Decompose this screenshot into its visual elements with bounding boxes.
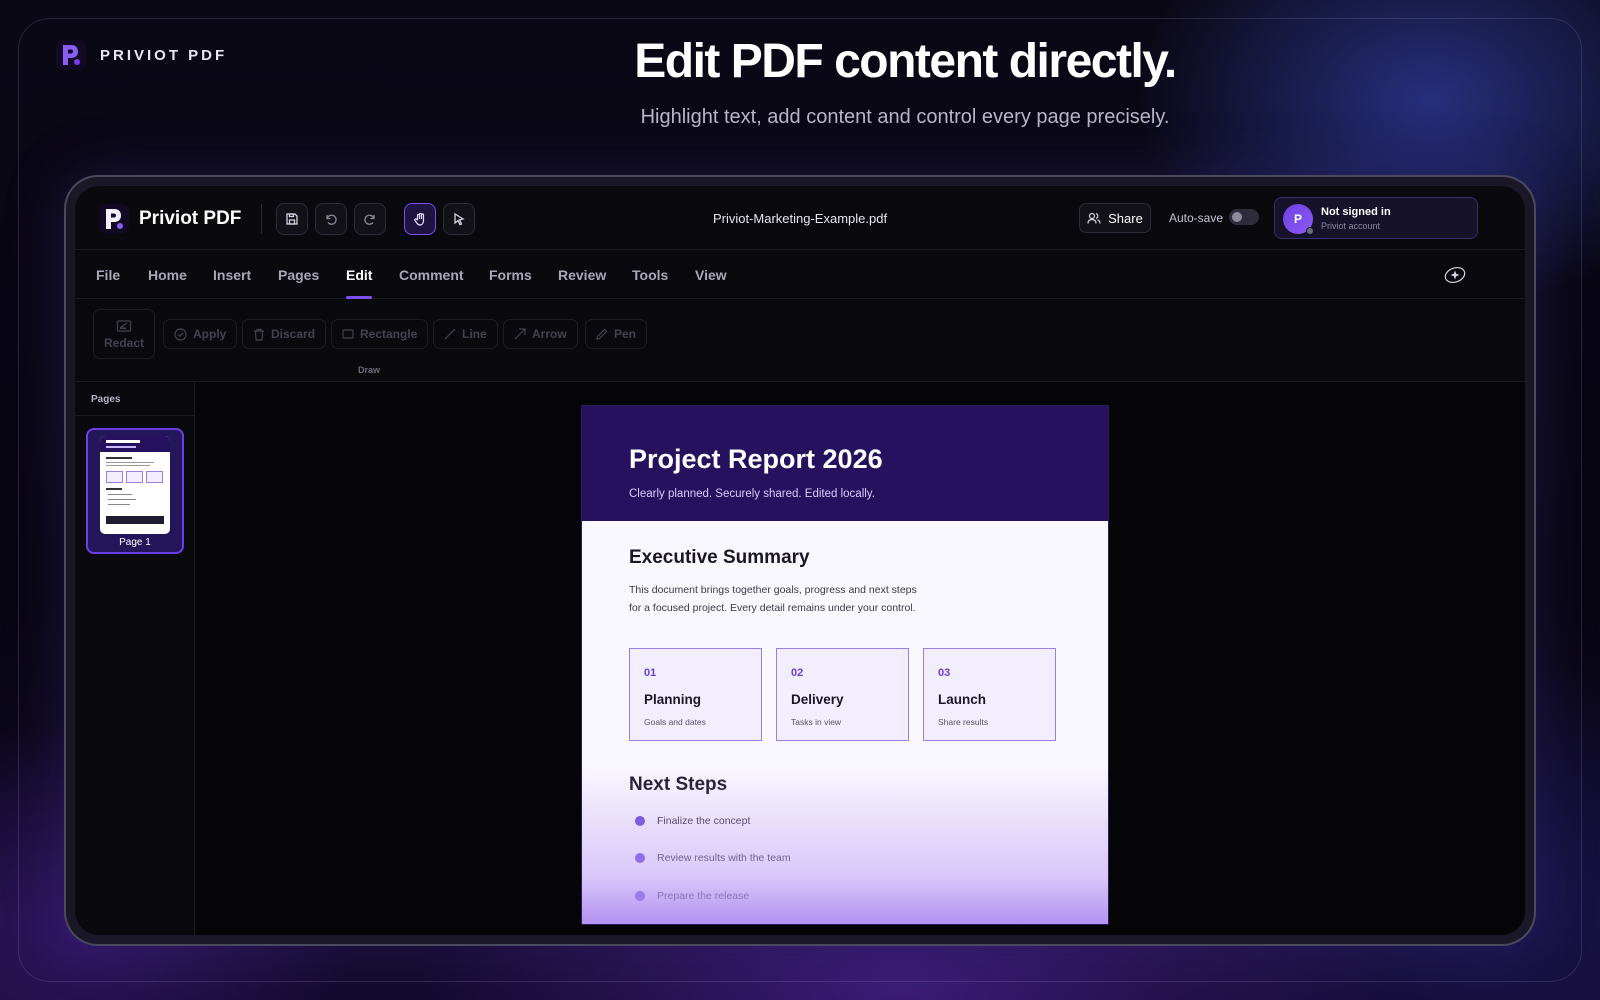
sparkle-orbit-icon [1444,266,1466,284]
menu-review[interactable]: Review [558,267,606,283]
line-icon [444,328,456,340]
menu-bar: File Home Insert Pages Edit Comment Form… [75,250,1525,299]
menu-insert[interactable]: Insert [213,267,251,283]
line-label: Line [462,327,487,341]
card-subtitle: Goals and dates [644,717,706,727]
hero-title: Edit PDF content directly. [634,35,1177,88]
trash-icon [254,328,264,341]
menu-file[interactable]: File [96,267,120,283]
account-button[interactable]: P Not signed in Priviot account [1274,197,1478,239]
discard-label: Discard [271,327,316,341]
card-number: 02 [791,667,804,679]
rectangle-icon [342,329,354,339]
card-number: 03 [938,667,951,679]
redact-label: Redact [103,335,144,350]
title-bar: Priviot PDF Priviot-Marketing-Example.pd… [75,186,1525,250]
ribbon-group-label: Draw [358,365,381,375]
executive-summary-text[interactable]: This document brings together goals, pro… [629,581,959,617]
bullet-dot [635,853,645,863]
menu-edit[interactable]: Edit [346,267,372,283]
step-text: Review results with the team [657,852,791,864]
page-thumbnail-1[interactable]: Page 1 [86,428,184,554]
card-title: Planning [644,692,701,707]
document-subtitle[interactable]: Clearly planned. Securely shared. Edited… [629,488,875,500]
share-button[interactable]: Share [1079,203,1151,233]
pen-icon [596,328,608,340]
hero-subtitle: Highlight text, add content and control … [640,106,1170,128]
account-subtitle: Priviot account [1321,221,1381,231]
step-text: Finalize the concept [657,815,751,827]
pages-sidebar: Pages Page 1 [75,382,195,935]
step-item[interactable]: Finalize the concept [635,815,750,827]
bullet-dot [635,816,645,826]
card-subtitle: Tasks in view [791,717,842,727]
app-window: Priviot PDF Priviot-Marketing-Example.pd… [75,186,1525,935]
apply-label: Apply [193,327,227,341]
card-delivery[interactable]: 02 Delivery Tasks in view [776,648,909,741]
menu-forms[interactable]: Forms [489,267,532,283]
card-subtitle: Share results [938,717,989,727]
executive-summary-heading[interactable]: Executive Summary [629,547,810,569]
redact-button[interactable]: Redact [93,309,155,359]
step-item[interactable]: Prepare the release [635,890,749,902]
apply-button[interactable]: Apply [163,319,238,349]
share-label: Share [1108,210,1143,226]
autosave-toggle[interactable] [1229,209,1259,225]
step-item[interactable]: Review results with the team [635,852,791,864]
summary-line-2: for a focused project. Every detail rema… [629,602,916,614]
menu-pages[interactable]: Pages [278,267,319,283]
arrow-icon [514,328,526,340]
device-mockup: Priviot PDF Priviot-Marketing-Example.pd… [64,175,1536,946]
autosave-label: Auto-save [1169,211,1224,225]
pdf-page[interactable]: Project Report 2026 Clearly planned. Sec… [581,405,1109,925]
arrow-button[interactable]: Arrow [503,319,578,349]
menu-tools[interactable]: Tools [632,267,668,283]
rectangle-button[interactable]: Rectangle [331,319,429,349]
rectangle-label: Rectangle [360,327,418,341]
card-launch[interactable]: 03 Launch Share results [923,648,1056,741]
menu-view[interactable]: View [695,267,727,283]
discard-button[interactable]: Discard [242,319,327,349]
summary-line-1: This document brings together goals, pro… [629,584,917,596]
pen-label: Pen [614,327,637,341]
redact-icon [116,319,132,332]
document-title[interactable]: Project Report 2026 [629,444,883,475]
bullet-dot [635,891,645,901]
check-circle-icon [174,327,187,341]
status-dot [1306,227,1314,235]
line-button[interactable]: Line [433,319,498,349]
thumbnail-preview [100,436,170,534]
page-header-band: Project Report 2026 Clearly planned. Sec… [582,406,1108,521]
card-title: Delivery [791,692,844,707]
ai-assistant-button[interactable] [1443,265,1467,290]
step-text: Prepare the release [657,890,750,902]
account-status: Not signed in [1321,206,1391,218]
menu-home[interactable]: Home [148,267,187,283]
edit-ribbon: Redact Apply Discard Rectangle Line Arro… [75,299,1525,382]
card-title: Launch [938,692,987,707]
document-canvas[interactable]: Project Report 2026 Clearly planned. Sec… [195,382,1525,935]
card-number: 01 [644,667,657,679]
users-icon [1087,212,1101,224]
pen-button[interactable]: Pen [585,319,648,349]
page-label: Page 1 [119,537,151,548]
menu-comment[interactable]: Comment [399,267,464,283]
next-steps-heading[interactable]: Next Steps [629,774,727,796]
sidebar-header: Pages [75,382,194,416]
arrow-label: Arrow [532,327,567,341]
card-planning[interactable]: 01 Planning Goals and dates [629,648,762,741]
